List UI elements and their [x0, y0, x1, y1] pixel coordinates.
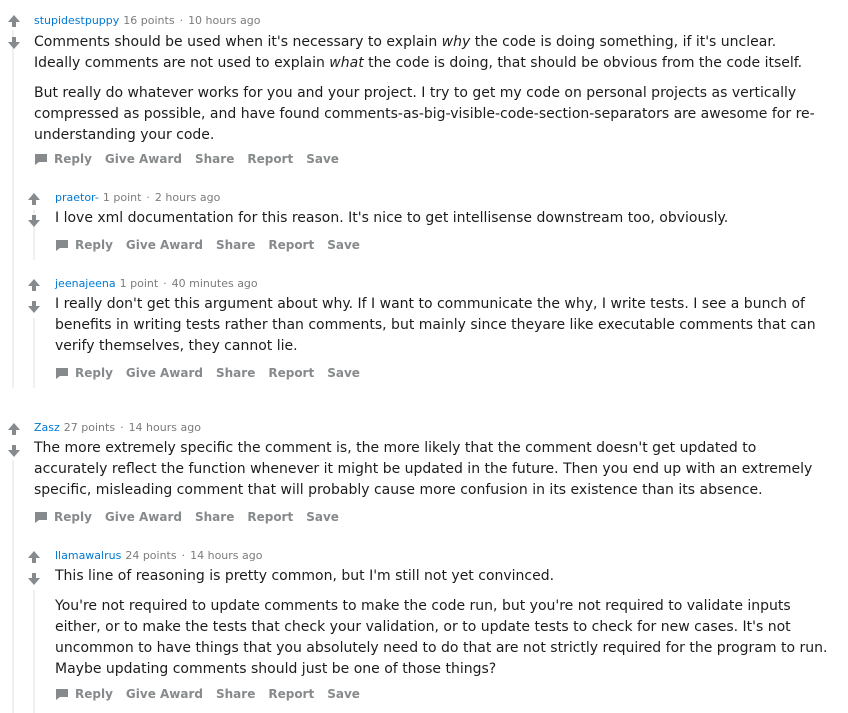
reply-button[interactable]: Reply — [55, 365, 113, 381]
comment-actions: Reply Give Award Share Report Save — [34, 151, 352, 167]
comment-meta: Zasz 27 points · 14 hours ago — [34, 421, 201, 435]
vote-column — [6, 13, 22, 51]
comment-meta: llamawalrus 24 points · 14 hours ago — [55, 549, 262, 563]
save-button[interactable]: Save — [306, 509, 339, 525]
report-button[interactable]: Report — [247, 151, 293, 167]
comment-points: 24 points — [125, 549, 177, 562]
comment-body: I really don't get this argument about w… — [55, 294, 835, 357]
comment-body: I love xml documentation for this reason… — [55, 208, 835, 229]
share-button[interactable]: Share — [216, 365, 255, 381]
downvote-icon[interactable] — [26, 299, 42, 315]
comment-paragraph: The more extremely specific the comment … — [34, 440, 813, 498]
thread-line[interactable] — [33, 590, 35, 713]
comment-points: 16 points — [123, 14, 175, 27]
report-button[interactable]: Report — [268, 686, 314, 702]
comment-actions: Reply Give Award Share Report Save — [55, 686, 373, 702]
comment-bubble-icon — [34, 511, 48, 523]
give-award-button[interactable]: Give Award — [126, 365, 203, 381]
meta-separator: · — [179, 14, 184, 27]
comment-time[interactable]: 14 hours ago — [129, 421, 201, 434]
report-button[interactable]: Report — [268, 237, 314, 253]
comment-actions: Reply Give Award Share Report Save — [55, 237, 373, 253]
comment-bubble-icon — [55, 688, 69, 700]
comment-points: 27 points — [63, 421, 116, 434]
comment-paragraph: You're not required to update comments t… — [55, 598, 828, 677]
comment-actions: Reply Give Award Share Report Save — [55, 365, 373, 381]
comment-actions: Reply Give Award Share Report Save — [34, 509, 352, 525]
save-button[interactable]: Save — [306, 151, 339, 167]
comment-body: This line of reasoning is pretty common,… — [55, 566, 840, 680]
comment-points: 1 point — [119, 277, 159, 290]
comment-meta: stupidestpuppy 16 points · 10 hours ago — [34, 14, 260, 28]
comment-body: Comments should be used when it's necess… — [34, 32, 824, 146]
reply-button[interactable]: Reply — [34, 509, 92, 525]
reply-button[interactable]: Reply — [55, 686, 113, 702]
share-button[interactable]: Share — [216, 686, 255, 702]
downvote-icon[interactable] — [26, 213, 42, 229]
emphasis-text: why — [441, 34, 471, 50]
meta-separator: · — [146, 191, 150, 204]
comment-paragraph: Comments should be used when it's necess… — [34, 34, 803, 71]
upvote-icon[interactable] — [26, 277, 42, 293]
share-button[interactable]: Share — [195, 509, 234, 525]
save-button[interactable]: Save — [327, 237, 360, 253]
comment-bubble-icon — [55, 367, 69, 379]
share-button[interactable]: Share — [195, 151, 234, 167]
meta-separator: · — [163, 277, 167, 290]
thread-line[interactable] — [12, 460, 14, 713]
comment-time[interactable]: 40 minutes ago — [172, 277, 258, 290]
comment-time[interactable]: 2 hours ago — [155, 191, 220, 204]
comment-author[interactable]: stupidestpuppy — [34, 14, 119, 27]
comment-paragraph: I really don't get this argument about w… — [55, 296, 816, 354]
give-award-button[interactable]: Give Award — [105, 151, 182, 167]
reply-button[interactable]: Reply — [55, 237, 113, 253]
upvote-icon[interactable] — [26, 549, 42, 565]
meta-separator: · — [181, 549, 186, 562]
comment-author[interactable]: llamawalrus — [55, 549, 121, 562]
reply-button[interactable]: Reply — [34, 151, 92, 167]
downvote-icon[interactable] — [26, 571, 42, 587]
vote-column — [26, 191, 42, 229]
save-button[interactable]: Save — [327, 686, 360, 702]
give-award-button[interactable]: Give Award — [126, 686, 203, 702]
comment-meta: praetor- 1 point · 2 hours ago — [55, 191, 220, 205]
downvote-icon[interactable] — [6, 35, 22, 51]
comment-points: 1 point — [102, 191, 142, 204]
comment-paragraph: I love xml documentation for this reason… — [55, 210, 729, 226]
upvote-icon[interactable] — [6, 421, 22, 437]
save-button[interactable]: Save — [327, 365, 360, 381]
comment-paragraph: This line of reasoning is pretty common,… — [55, 568, 555, 584]
comment-author[interactable]: praetor- — [55, 191, 99, 204]
thread-line[interactable] — [33, 318, 35, 388]
upvote-icon[interactable] — [6, 13, 22, 29]
comment-paragraph: But really do whatever works for you and… — [34, 85, 815, 143]
give-award-button[interactable]: Give Award — [105, 509, 182, 525]
thread-line[interactable] — [12, 30, 14, 388]
comment-bubble-icon — [55, 239, 69, 251]
downvote-icon[interactable] — [6, 443, 22, 459]
emphasis-text: what — [329, 55, 364, 71]
give-award-button[interactable]: Give Award — [126, 237, 203, 253]
report-button[interactable]: Report — [268, 365, 314, 381]
comment-bubble-icon — [34, 153, 48, 165]
vote-column — [26, 277, 42, 315]
comment-body: The more extremely specific the comment … — [34, 438, 824, 501]
comment-author[interactable]: Zasz — [34, 421, 60, 434]
vote-column — [6, 421, 22, 459]
comment-time[interactable]: 10 hours ago — [188, 14, 260, 27]
share-button[interactable]: Share — [216, 237, 255, 253]
meta-separator: · — [120, 421, 124, 434]
comment-author[interactable]: jeenajeena — [55, 277, 116, 290]
vote-column — [26, 549, 42, 587]
comment-meta: jeenajeena 1 point · 40 minutes ago — [55, 277, 258, 291]
report-button[interactable]: Report — [247, 509, 293, 525]
comment-time[interactable]: 14 hours ago — [190, 549, 262, 562]
upvote-icon[interactable] — [26, 191, 42, 207]
